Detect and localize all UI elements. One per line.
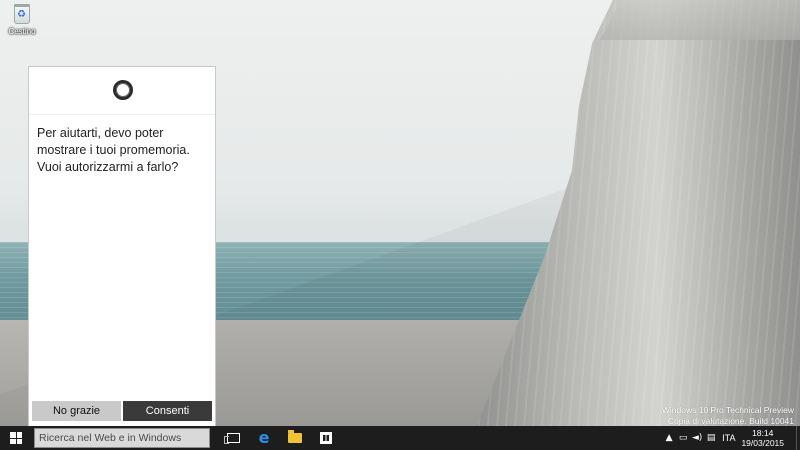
decline-button[interactable]: No grazie <box>32 401 121 421</box>
system-tray: ▲ ▭ ◄) ▤ ITA 18:14 19/03/2015 <box>662 426 800 450</box>
cortana-header <box>29 67 215 115</box>
desktop-icon-label: Cestino <box>8 27 36 36</box>
task-view-icon <box>223 433 240 444</box>
build-watermark: Windows 10 Pro Technical Preview Copia d… <box>662 405 794 427</box>
cortana-message: Per aiutarti, devo poter mostrare i tuoi… <box>37 126 190 174</box>
windows-logo-icon <box>10 432 22 444</box>
cortana-ring-icon <box>113 80 133 100</box>
taskbar-task-view[interactable] <box>218 426 248 450</box>
taskbar: e ▲ ▭ ◄) ▤ ITA 18:14 19/03/2015 <box>0 426 800 450</box>
language-indicator[interactable]: ITA <box>722 433 735 443</box>
search-input[interactable] <box>34 428 210 448</box>
taskbar-store[interactable] <box>311 426 341 450</box>
cortana-button-row: No grazie Consenti <box>32 401 212 421</box>
clock[interactable]: 18:14 19/03/2015 <box>741 428 784 448</box>
volume-icon[interactable]: ◄) <box>690 426 704 450</box>
folder-icon <box>288 430 302 443</box>
show-desktop-button[interactable] <box>796 426 800 450</box>
taskbar-file-explorer[interactable] <box>280 426 310 450</box>
wallpaper-wall-top <box>600 0 800 40</box>
chevron-up-icon[interactable]: ▲ <box>662 426 676 450</box>
allow-button[interactable]: Consenti <box>123 401 212 421</box>
start-button[interactable] <box>0 426 32 450</box>
recycle-bin-icon <box>14 4 30 24</box>
cortana-panel: Per aiutarti, devo poter mostrare i tuoi… <box>28 66 216 426</box>
network-icon[interactable]: ▭ <box>676 426 690 450</box>
desktop-icon-recycle-bin[interactable]: Cestino <box>6 4 38 36</box>
store-icon <box>320 432 332 444</box>
taskbar-internet-explorer[interactable]: e <box>249 426 279 450</box>
clock-date: 19/03/2015 <box>741 438 784 448</box>
action-center-icon[interactable]: ▤ <box>704 426 718 450</box>
clock-time: 18:14 <box>752 428 774 438</box>
watermark-edition: Windows 10 Pro Technical Preview <box>661 405 794 415</box>
internet-explorer-icon: e <box>258 428 270 447</box>
